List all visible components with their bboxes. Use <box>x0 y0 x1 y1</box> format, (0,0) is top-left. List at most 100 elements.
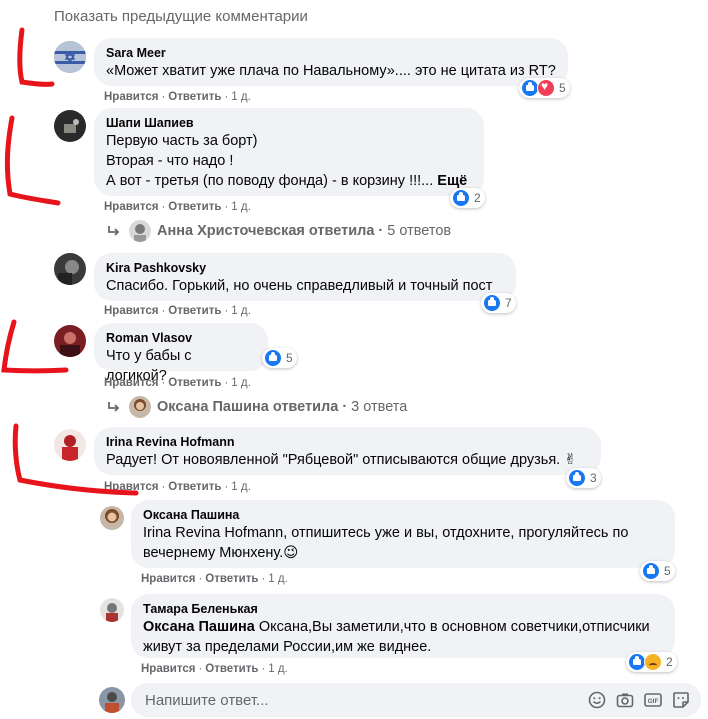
reaction-summary[interactable]: 5 <box>262 348 297 368</box>
avatar <box>129 396 151 418</box>
avatar[interactable] <box>54 325 86 357</box>
comment-bubble: Roman Vlasov Что у бабы с логикой? <box>94 323 268 384</box>
comment-bubble: Шапи Шапиев Первую часть за борт) Вторая… <box>94 108 484 196</box>
reply-timestamp[interactable]: 1 д. <box>268 573 288 585</box>
view-replies-link[interactable]: Оксана Пашина ответила · 3 ответа <box>107 396 407 418</box>
view-replies-link[interactable]: Анна Христочевская ответила · 5 ответов <box>107 220 451 242</box>
comment-bubble: Irina Revina Hofmann Радует! От новоявле… <box>94 427 601 475</box>
avatar-image <box>54 41 86 73</box>
reply-button[interactable]: Ответить <box>168 481 221 493</box>
reply-arrow-icon <box>108 402 120 412</box>
previous-comments-link[interactable]: Показать предыдущие комментарии <box>54 8 308 25</box>
composer-tools: GIF <box>587 690 701 710</box>
comment-author[interactable]: Sara Meer <box>106 45 556 61</box>
avatar-image <box>99 687 125 713</box>
avatar[interactable] <box>100 506 124 530</box>
comment-timestamp[interactable]: 1 д. <box>231 377 251 389</box>
comment-text: «Может хватит уже плача по Навальному»..… <box>106 63 556 79</box>
reaction-summary[interactable]: 2 <box>626 652 677 672</box>
reaction-count: 5 <box>664 564 671 578</box>
comment-timestamp[interactable]: 1 д. <box>231 201 251 213</box>
reply-arrow-icon <box>108 226 120 236</box>
like-reaction-icon <box>483 294 501 312</box>
avatar-image <box>54 429 86 461</box>
like-button[interactable]: Нравится <box>104 201 158 213</box>
like-reaction-icon <box>264 349 282 367</box>
like-button[interactable]: Нравится <box>104 305 158 317</box>
reaction-count: 2 <box>474 191 481 205</box>
reply-button[interactable]: Ответить <box>168 91 221 103</box>
reaction-count: 5 <box>559 81 566 95</box>
reaction-summary[interactable]: 3 <box>566 468 601 488</box>
replies-count: 5 ответов <box>387 223 452 239</box>
annotation-mark <box>4 115 61 206</box>
comment-author[interactable]: Шапи Шапиев <box>106 115 472 131</box>
love-reaction-icon <box>537 79 555 97</box>
reply-button[interactable]: Ответить <box>205 573 258 585</box>
sad-reaction-icon <box>644 653 662 671</box>
reply-timestamp[interactable]: 1 д. <box>268 663 288 675</box>
reaction-summary[interactable]: 7 <box>481 293 516 313</box>
reaction-count: 5 <box>286 351 293 365</box>
comment-timestamp[interactable]: 1 д. <box>231 91 251 103</box>
comment-author[interactable]: Kira Pashkovsky <box>106 260 504 276</box>
reply-author[interactable]: Оксана Пашина <box>143 507 663 523</box>
avatar-image <box>54 110 86 142</box>
avatar[interactable] <box>54 41 86 73</box>
replies-summary: Оксана Пашина ответила <box>157 399 339 415</box>
reaction-summary[interactable]: 5 <box>519 78 570 98</box>
avatar-image <box>100 506 124 530</box>
comment-author[interactable]: Roman Vlasov <box>106 330 256 346</box>
reply-button[interactable]: Ответить <box>205 663 258 675</box>
camera-icon[interactable] <box>615 690 635 710</box>
reply-author[interactable]: Тамара Беленькая <box>143 601 663 617</box>
annotation-mark <box>17 27 55 87</box>
reaction-summary[interactable]: 2 <box>450 188 485 208</box>
avatar[interactable] <box>54 429 86 461</box>
reply-button[interactable]: Ответить <box>168 305 221 317</box>
avatar[interactable] <box>54 253 86 285</box>
like-reaction-icon <box>642 562 660 580</box>
comment-author[interactable]: Irina Revina Hofmann <box>106 434 589 450</box>
comment-text-body: Первую часть за борт) Вторая - что надо … <box>106 133 434 189</box>
mention-link[interactable]: Оксана Пашина <box>143 619 255 635</box>
comment-text: Радует! От новоявленной "Рябцевой" отпис… <box>106 452 577 468</box>
see-more-link[interactable]: Ещё <box>437 173 467 189</box>
like-reaction-icon <box>452 189 470 207</box>
avatar-image <box>54 325 86 357</box>
reaction-count: 2 <box>666 655 673 669</box>
separator-dot: · <box>342 399 348 415</box>
comment-actions: Нравится · Ответить · 1 д. <box>104 377 251 389</box>
like-button[interactable]: Нравится <box>104 377 158 389</box>
reaction-summary[interactable]: 5 <box>640 561 675 581</box>
like-reaction-icon <box>568 469 586 487</box>
comment-actions: Нравится · Ответить · 1 д. <box>104 305 251 317</box>
comment-timestamp[interactable]: 1 д. <box>231 305 251 317</box>
reply-text: Irina Revina Hofmann, отпишитесь уже и в… <box>143 525 629 561</box>
svg-text:GIF: GIF <box>648 698 659 705</box>
like-button[interactable]: Нравится <box>104 481 158 493</box>
separator-dot: · <box>378 223 384 239</box>
reaction-count: 3 <box>590 471 597 485</box>
like-button[interactable]: Нравится <box>141 573 195 585</box>
gif-icon[interactable]: GIF <box>643 690 663 710</box>
like-button[interactable]: Нравится <box>104 91 158 103</box>
reply-input[interactable] <box>143 690 587 710</box>
avatar <box>129 220 151 242</box>
reply-actions: Нравится · Ответить · 1 д. <box>141 573 288 585</box>
comment-timestamp[interactable]: 1 д. <box>231 481 251 493</box>
reply-button[interactable]: Ответить <box>168 201 221 213</box>
comment-text: Первую часть за борт) Вторая - что надо … <box>106 131 472 191</box>
emoji-icon[interactable] <box>587 690 607 710</box>
avatar[interactable] <box>100 598 124 622</box>
like-button[interactable]: Нравится <box>141 663 195 675</box>
current-user-avatar[interactable] <box>99 687 125 713</box>
avatar-image <box>100 598 124 622</box>
comment-bubble: Sara Meer «Может хватит уже плача по Нав… <box>94 38 568 86</box>
reply-button[interactable]: Ответить <box>168 377 221 389</box>
reply-composer: GIF <box>131 683 701 717</box>
sticker-icon[interactable] <box>671 690 691 710</box>
comment-actions: Нравится · Ответить · 1 д. <box>104 201 251 213</box>
avatar[interactable] <box>54 110 86 142</box>
comment-actions: Нравится · Ответить · 1 д. <box>104 91 251 103</box>
